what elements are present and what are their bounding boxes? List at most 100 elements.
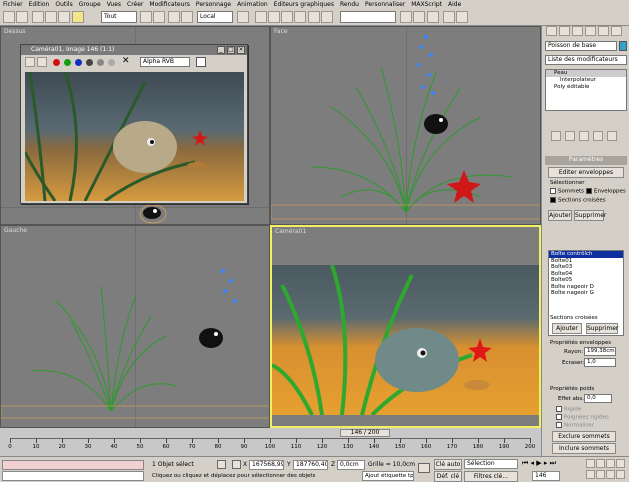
list-item[interactable]: Boîte nageoir G bbox=[549, 290, 623, 297]
material-editor-icon[interactable] bbox=[427, 11, 439, 23]
pivot-icon[interactable] bbox=[237, 11, 249, 23]
stack-item-skin[interactable]: Peau bbox=[546, 70, 626, 77]
named-selection-dropdown[interactable] bbox=[340, 11, 396, 23]
stack-item-meshsmooth[interactable]: Interpolateur bbox=[546, 77, 626, 84]
menu-graph-editors[interactable]: Editeurs graphiques bbox=[274, 1, 334, 8]
redo-icon[interactable] bbox=[16, 11, 28, 23]
schematic-view-icon[interactable] bbox=[413, 11, 425, 23]
vertices-checkbox[interactable]: Sommets bbox=[550, 188, 584, 195]
play-icon[interactable]: ▶ bbox=[536, 459, 541, 467]
orbit-icon[interactable] bbox=[606, 470, 615, 479]
viewport-camera[interactable]: Caméra01 bbox=[270, 225, 541, 428]
rotate-icon[interactable] bbox=[181, 11, 193, 23]
show-end-result-icon[interactable] bbox=[565, 131, 575, 141]
render-scene-icon[interactable] bbox=[443, 11, 455, 23]
viewport-front[interactable]: Face bbox=[270, 26, 541, 225]
menu-create[interactable]: Créer bbox=[127, 1, 143, 8]
alpha-channel-icon[interactable] bbox=[86, 59, 93, 66]
blue-channel-icon[interactable] bbox=[75, 59, 82, 66]
remove-bone-button[interactable]: Supprimer bbox=[574, 210, 606, 221]
undo-icon[interactable] bbox=[3, 11, 15, 23]
zoom-all-icon[interactable] bbox=[596, 459, 605, 468]
pin-stack-icon[interactable] bbox=[551, 131, 561, 141]
unlink-icon[interactable] bbox=[45, 11, 57, 23]
rigid-checkbox[interactable]: Rigide bbox=[556, 406, 581, 413]
key-filters-button[interactable]: Filtres clé... bbox=[464, 471, 518, 482]
stack-item-editable-poly[interactable]: Poly éditable bbox=[546, 84, 626, 91]
set-key-button[interactable]: Déf. clé bbox=[434, 471, 462, 482]
configure-sets-icon[interactable] bbox=[607, 131, 617, 141]
mirror-icon[interactable] bbox=[308, 11, 320, 23]
menu-maxscript[interactable]: MAXScript bbox=[411, 1, 442, 8]
clear-icon[interactable]: ✕ bbox=[122, 56, 130, 66]
pan-icon[interactable] bbox=[596, 470, 605, 479]
current-frame-field[interactable]: 146 bbox=[532, 471, 560, 481]
squash-field[interactable]: 1,0 bbox=[584, 358, 616, 367]
add-time-tag[interactable]: Ajout étiquette tps bbox=[362, 471, 414, 481]
mono-channel-2-icon[interactable] bbox=[108, 59, 115, 66]
clone-icon[interactable] bbox=[37, 57, 47, 67]
track-view-icon[interactable] bbox=[400, 11, 412, 23]
maxscript-mini-listener[interactable] bbox=[2, 471, 144, 481]
envelopes-checkbox[interactable]: Enveloppes bbox=[586, 188, 626, 195]
select-object-icon[interactable] bbox=[72, 11, 84, 23]
select-region-icon[interactable] bbox=[153, 11, 165, 23]
field-of-view-icon[interactable] bbox=[586, 470, 595, 479]
rendered-frame-window[interactable]: Caméra01, Image 146 (1:1) _ □ × ✕ Alpha … bbox=[20, 44, 248, 204]
viewport-label[interactable]: Caméra01 bbox=[275, 228, 306, 235]
viewport-label[interactable]: Dessus bbox=[4, 28, 26, 35]
x-coordinate-field[interactable]: 167568,99 bbox=[249, 460, 284, 470]
select-by-name-icon[interactable] bbox=[140, 11, 152, 23]
coord-system-dropdown[interactable]: Local bbox=[197, 11, 233, 23]
menu-help[interactable]: Aide bbox=[448, 1, 461, 8]
make-unique-icon[interactable] bbox=[579, 131, 589, 141]
lock-icon[interactable] bbox=[217, 460, 226, 469]
previous-frame-icon[interactable]: ◂ bbox=[531, 459, 535, 467]
go-to-start-icon[interactable]: ⏮ bbox=[522, 459, 528, 467]
auto-key-button[interactable]: Clé auto bbox=[434, 459, 462, 470]
display-tab-icon[interactable] bbox=[598, 26, 609, 36]
add-bone-button[interactable]: Ajouter bbox=[548, 210, 572, 221]
absolute-mode-icon[interactable] bbox=[232, 460, 241, 469]
cross-sections-checkbox[interactable]: Sections croisées bbox=[550, 197, 606, 204]
maxscript-listener[interactable] bbox=[2, 460, 144, 470]
key-icon[interactable] bbox=[418, 463, 430, 473]
rollout-parameters[interactable]: Paramètres bbox=[545, 156, 627, 165]
viewport-left[interactable]: Gauche bbox=[0, 225, 270, 428]
remove-cross-section-button[interactable]: Supprimer bbox=[586, 323, 618, 334]
color-swatch[interactable] bbox=[196, 57, 206, 67]
percent-snap-icon[interactable] bbox=[281, 11, 293, 23]
modifier-list-dropdown[interactable]: Liste des modificateurs bbox=[545, 55, 627, 65]
remove-modifier-icon[interactable] bbox=[593, 131, 603, 141]
rigid-handles-checkbox[interactable]: Poignées rigides bbox=[556, 414, 609, 421]
timeline[interactable]: 146 / 200 0 10 20 30 40 50 60 70 80 90 100 110 120 13… bbox=[0, 428, 541, 456]
menu-modifiers[interactable]: Modificateurs bbox=[149, 1, 190, 8]
zoom-icon[interactable] bbox=[586, 459, 595, 468]
save-icon[interactable] bbox=[25, 57, 35, 67]
close-icon[interactable]: × bbox=[237, 46, 245, 54]
time-slider[interactable]: 146 / 200 bbox=[340, 429, 390, 437]
menu-render[interactable]: Rendu bbox=[340, 1, 359, 8]
selection-filter-dropdown[interactable]: Tout bbox=[101, 11, 137, 23]
y-coordinate-field[interactable]: 187760,40 bbox=[293, 460, 328, 470]
channel-dropdown[interactable]: Alpha RVB bbox=[140, 57, 190, 67]
modify-tab-icon[interactable] bbox=[559, 26, 570, 36]
menu-edit[interactable]: Edition bbox=[29, 1, 50, 8]
window-title[interactable]: Caméra01, Image 146 (1:1) bbox=[21, 45, 247, 55]
mono-channel-icon[interactable] bbox=[97, 59, 104, 66]
maximize-icon[interactable]: □ bbox=[227, 46, 235, 54]
zoom-extents-icon[interactable] bbox=[606, 459, 615, 468]
z-coordinate-field[interactable]: 0,0cm bbox=[337, 460, 365, 470]
snap-icon[interactable] bbox=[255, 11, 267, 23]
key-mode-dropdown[interactable]: Sélection bbox=[464, 459, 518, 469]
object-color-swatch[interactable] bbox=[619, 41, 627, 51]
red-channel-icon[interactable] bbox=[53, 59, 60, 66]
create-tab-icon[interactable] bbox=[546, 26, 557, 36]
menu-customize[interactable]: Personnaliser bbox=[365, 1, 405, 8]
zoom-extents-all-icon[interactable] bbox=[616, 459, 625, 468]
motion-tab-icon[interactable] bbox=[585, 26, 596, 36]
menu-group[interactable]: Groupe bbox=[79, 1, 101, 8]
exclude-vertices-button[interactable]: Exclure sommets bbox=[552, 431, 616, 442]
utilities-tab-icon[interactable] bbox=[611, 26, 622, 36]
align-icon[interactable] bbox=[321, 11, 333, 23]
